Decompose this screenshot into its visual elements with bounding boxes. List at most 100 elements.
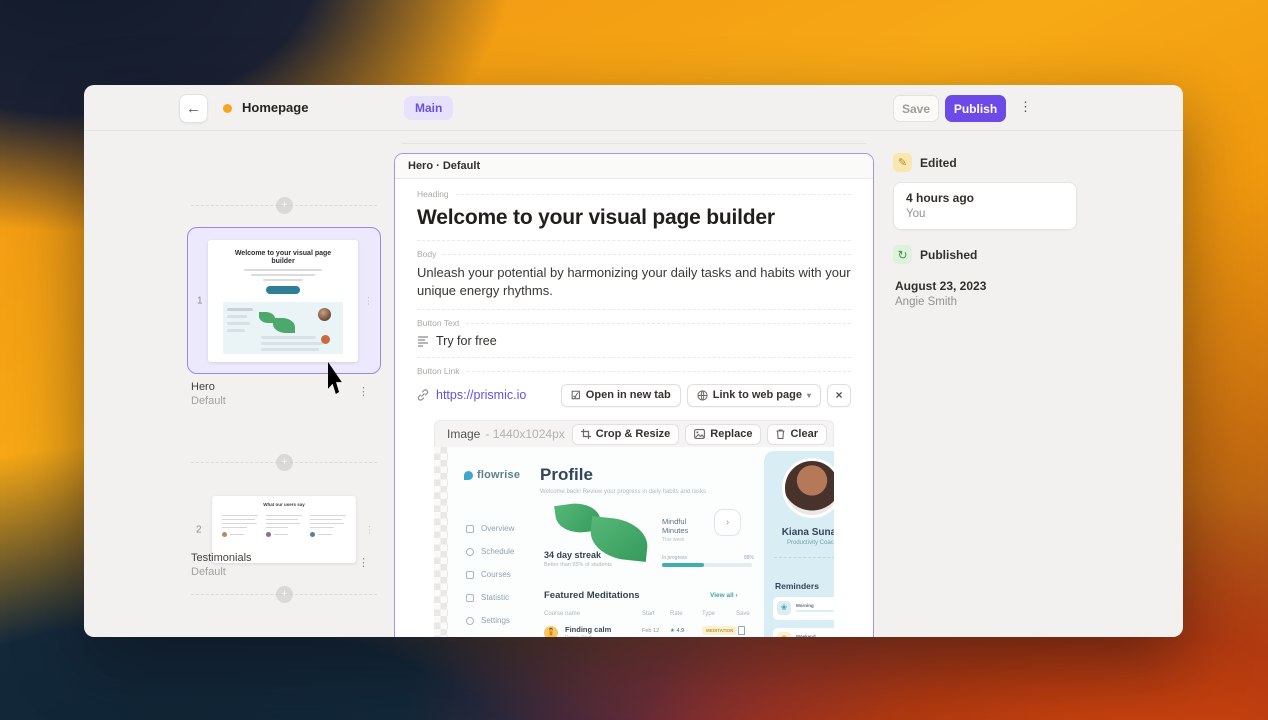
reminder-card[interactable]: ❀ Morning ⋮ [773, 597, 834, 620]
edited-pencil-icon: ✎ [893, 153, 912, 172]
link-type-dropdown[interactable]: Link to web page ▾ [687, 384, 821, 407]
nav-overview: Overview [481, 524, 514, 533]
back-arrow-icon: ← [186, 100, 201, 117]
field-label-body: Body [417, 249, 851, 259]
text-icon [417, 335, 429, 347]
reminders-title: Reminders [775, 581, 819, 591]
body-input[interactable]: Unleash your potential by harmonizing yo… [417, 264, 851, 300]
thumb-testimonials-title: What our users say [212, 496, 356, 507]
slice-kebab-icon[interactable]: ⋮ [358, 556, 369, 569]
editor-header: Hero · Default [395, 154, 873, 179]
course-emoji: 🧘 [544, 626, 558, 637]
open-in-new-tab-toggle[interactable]: ☑ Open in new tab [561, 384, 681, 407]
save-button[interactable]: Save [893, 95, 939, 122]
add-slice-button[interactable]: + [276, 197, 293, 214]
star-icon: ★ [670, 628, 675, 634]
tab-main[interactable]: Main [404, 96, 453, 120]
toolbar-kebab-icon[interactable]: ⋮ [1019, 100, 1032, 113]
course-name: Finding calm [565, 625, 611, 634]
nav-courses: Courses [481, 570, 511, 579]
nav-statistic: Statistic [481, 593, 509, 602]
next-arrow-button[interactable]: › [714, 509, 741, 536]
slice-meta-hero: Hero Default ⋮ [191, 381, 377, 407]
edited-time: 4 hours ago [906, 191, 1064, 205]
coach-role: Productivity Coach [764, 540, 834, 546]
course-rate: 4.9 [676, 628, 684, 634]
progress-percent: 88% [744, 555, 754, 561]
course-sub: Renee Studi [565, 635, 593, 637]
replace-image-icon [694, 429, 705, 439]
remove-link-button[interactable]: × [827, 384, 851, 407]
publish-button[interactable]: Publish [945, 95, 1006, 122]
field-divider [417, 309, 851, 310]
field-divider [417, 357, 851, 358]
col-course-name: Course name [544, 611, 580, 617]
page-title: Homepage [242, 100, 308, 115]
field-label-button-text: Button Text [417, 318, 851, 328]
slice-editor: Hero · Default Heading Welcome to your v… [394, 153, 874, 637]
clear-label: Clear [790, 428, 818, 440]
slice-kebab-icon[interactable]: ⋮ [358, 385, 369, 398]
crop-resize-label: Crop & Resize [596, 428, 671, 440]
col-rate: Rate [670, 611, 683, 617]
statistic-icon [466, 594, 474, 602]
progress-label: In progress [662, 555, 687, 561]
profile-title: Profile [540, 465, 593, 485]
image-preview[interactable]: flowrise Overview Schedule Courses Stati… [434, 447, 834, 637]
slice-name: Testimonials [191, 552, 377, 564]
schedule-icon [466, 548, 474, 556]
button-text-input[interactable]: Try for free [417, 334, 851, 348]
published-author: Angie Smith [895, 296, 1093, 308]
course-row[interactable]: 🧘 Finding calm Renee Studi Feb 12 ★ 4.9 … [544, 625, 754, 637]
chevron-down-icon: ▾ [807, 391, 811, 400]
field-label-button-link: Button Link [417, 366, 851, 376]
divider [774, 557, 834, 558]
slice-index: 2 [196, 524, 202, 535]
button-text-value: Try for free [436, 334, 497, 348]
mindful-minutes-sub: This week [662, 537, 685, 543]
reminder-icon: ❀ [777, 601, 791, 615]
image-field-label: Image [447, 427, 480, 441]
thumb-hero-dashboard [223, 302, 343, 354]
coach-avatar [785, 461, 834, 515]
overview-icon [466, 525, 474, 533]
slices-sidebar: + 1 ⋮ Welcome to your visual page builde… [84, 132, 394, 637]
reminder-icon: ✺ [777, 632, 791, 637]
add-slice-button[interactable]: + [276, 454, 293, 471]
button-link-input[interactable]: https://prismic.io [417, 388, 526, 402]
back-button[interactable]: ← [179, 94, 208, 123]
thumb-hero-title: Welcome to your visual page builder [208, 240, 358, 266]
slice-variant: Default [191, 395, 377, 407]
settings-icon [466, 617, 474, 625]
close-icon: × [835, 388, 842, 402]
edited-label: Edited [920, 156, 957, 170]
reminder-card[interactable]: ✺ Weekend ⋮ [773, 628, 834, 637]
image-dimensions: - 1440x1024px [485, 427, 564, 441]
drag-handle-icon[interactable]: ⋮ [365, 524, 374, 535]
document-meta-panel: ✎ Edited 4 hours ago You ↻ Published Aug… [893, 153, 1093, 308]
thumb-hero-cta [266, 286, 300, 294]
clear-button[interactable]: Clear [767, 424, 827, 445]
view-all-link[interactable]: View all › [710, 592, 738, 599]
flowrise-nav: Overview Schedule Courses Statistic Sett… [466, 517, 514, 632]
reminder-title: Weekend [796, 634, 816, 637]
slice-card-hero[interactable]: 1 ⋮ Welcome to your visual page builder [187, 227, 381, 374]
bookmark-icon[interactable] [738, 626, 745, 635]
crop-resize-button[interactable]: Crop & Resize [572, 424, 680, 445]
flowrise-logo-text: flowrise [477, 469, 520, 481]
progress-bar [662, 563, 752, 567]
add-slice-button[interactable]: + [276, 586, 293, 603]
replace-button[interactable]: Replace [685, 424, 761, 445]
drag-handle-icon[interactable]: ⋮ [364, 295, 373, 306]
col-start: Start [642, 611, 655, 617]
streak-text: 34 day streak [544, 550, 601, 560]
slice-variant: Default [191, 566, 377, 578]
edited-author: You [906, 208, 1064, 220]
image-toolbar: Image - 1440x1024px Crop & Resize Replac… [434, 420, 834, 447]
hero-thumbnail: Welcome to your visual page builder [208, 240, 358, 362]
published-date: August 23, 2023 [895, 279, 1093, 293]
link-icon [417, 389, 429, 401]
heading-input[interactable]: Welcome to your visual page builder [417, 206, 851, 230]
published-globe-icon: ↻ [893, 245, 912, 264]
slice-index: 1 [197, 295, 203, 306]
